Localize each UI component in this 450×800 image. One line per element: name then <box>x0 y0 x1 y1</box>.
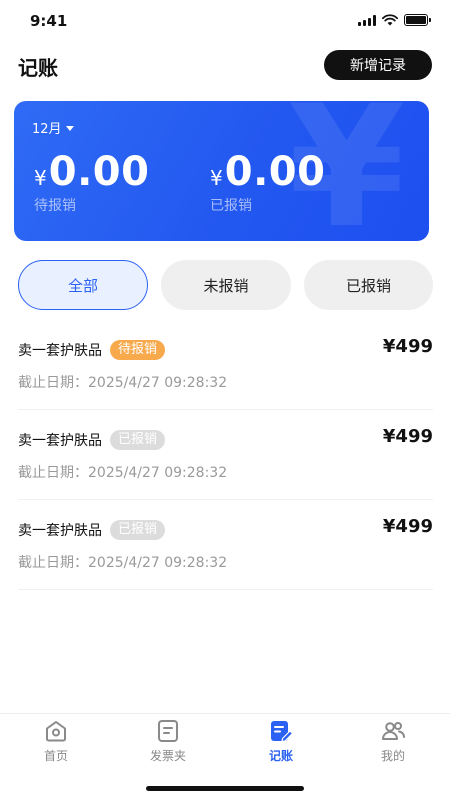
record-amount: ¥499 <box>382 516 433 537</box>
claimed-label: 已报销 <box>210 198 252 214</box>
nav-invoices[interactable]: 发票夹 <box>128 718 208 764</box>
pending-label: 待报销 <box>34 198 76 214</box>
record-title: 卖一套护肤品 <box>18 523 102 539</box>
wifi-icon <box>382 14 398 26</box>
month-selector[interactable]: 12月 <box>32 118 74 137</box>
caret-down-icon <box>65 125 74 131</box>
claimed-total: ¥ 0.00 已报销 <box>210 149 325 215</box>
nav-home-label: 首页 <box>43 749 68 763</box>
status-bar: 9:41 <box>0 0 450 44</box>
pending-currency-symbol: ¥ <box>34 166 47 190</box>
nav-accounting-label: 记账 <box>268 749 293 763</box>
list-item[interactable]: 卖一套护肤品 已报销 ¥499 截止日期：2025/4/27 09:28:32 <box>18 500 433 590</box>
tab-all[interactable]: 全部 <box>18 260 148 310</box>
accounting-pencil-icon <box>271 721 294 743</box>
status-badge: 待报销 <box>110 340 166 360</box>
nav-accounting[interactable]: 记账 <box>241 718 321 764</box>
battery-icon <box>404 14 431 26</box>
people-icon <box>382 722 406 740</box>
list-item[interactable]: 卖一套护肤品 待报销 ¥499 截止日期：2025/4/27 09:28:32 <box>18 320 433 410</box>
record-title: 卖一套护肤品 <box>18 433 102 449</box>
status-time: 9:41 <box>30 12 68 30</box>
pending-amount: ¥ 0.00 <box>34 149 149 195</box>
battery-fill <box>406 16 426 24</box>
pending-amount-value: 0.00 <box>48 149 150 195</box>
claimed-currency-symbol: ¥ <box>210 166 223 190</box>
claimed-amount: ¥ 0.00 <box>210 149 325 195</box>
record-title: 卖一套护肤品 <box>18 343 102 359</box>
filter-tabs: 全部 未报销 已报销 <box>18 260 433 310</box>
home-indicator <box>146 786 304 791</box>
home-icon <box>46 721 66 742</box>
record-amount: ¥499 <box>382 336 433 357</box>
tab-claimed[interactable]: 已报销 <box>304 260 433 310</box>
status-badge: 已报销 <box>110 520 166 540</box>
tab-unclaimed[interactable]: 未报销 <box>161 260 291 310</box>
nav-mine[interactable]: 我的 <box>353 718 433 764</box>
status-icons <box>358 14 431 26</box>
claimed-amount-value: 0.00 <box>224 149 326 195</box>
invoice-folder-icon <box>158 720 178 742</box>
record-title-row: 卖一套护肤品 已报销 <box>18 430 166 450</box>
page-header: 记账 新增记录 <box>0 48 450 84</box>
status-badge: 已报销 <box>110 430 166 450</box>
records-list: 卖一套护肤品 待报销 ¥499 截止日期：2025/4/27 09:28:32 … <box>18 320 433 590</box>
pending-total: ¥ 0.00 待报销 <box>34 149 149 215</box>
record-deadline: 截止日期：2025/4/27 09:28:32 <box>18 555 228 571</box>
nav-invoices-label: 发票夹 <box>149 749 186 763</box>
cellular-signal-icon <box>358 14 376 26</box>
list-item[interactable]: 卖一套护肤品 已报销 ¥499 截止日期：2025/4/27 09:28:32 <box>18 410 433 500</box>
nav-mine-label: 我的 <box>380 749 405 763</box>
summary-card: ¥ 12月 ¥ 0.00 待报销 ¥ 0.00 已报销 <box>14 101 429 241</box>
add-record-button[interactable]: 新增记录 <box>324 50 432 80</box>
record-deadline: 截止日期：2025/4/27 09:28:32 <box>18 375 228 391</box>
record-title-row: 卖一套护肤品 待报销 <box>18 340 166 360</box>
record-deadline: 截止日期：2025/4/27 09:28:32 <box>18 465 228 481</box>
record-amount: ¥499 <box>382 426 433 447</box>
month-label: 12月 <box>32 122 62 137</box>
nav-home[interactable]: 首页 <box>16 718 96 764</box>
record-title-row: 卖一套护肤品 已报销 <box>18 520 166 540</box>
page-title: 记账 <box>18 56 58 80</box>
